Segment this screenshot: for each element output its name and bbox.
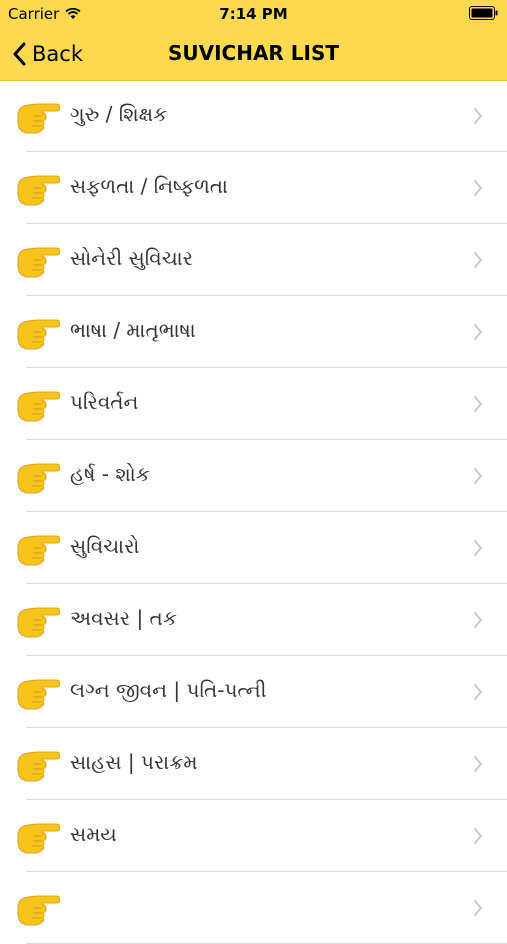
chevron-right-icon [474, 756, 482, 772]
list-item-label: ગુરુ / શિક્ષક [70, 102, 168, 126]
list-item[interactable]: સમય [0, 800, 507, 872]
list-item[interactable]: સોનેરી સુવિચાર [0, 224, 507, 296]
list-item-label: સોનેરી સુવિચાર [70, 246, 193, 270]
pointing-hand-icon [17, 823, 60, 854]
list-item-label: સુવિચારો [70, 534, 140, 558]
chevron-right-icon [474, 396, 482, 412]
pointing-hand-icon [17, 607, 60, 638]
status-time: 7:14 PM [219, 5, 288, 23]
chevron-right-icon [474, 252, 482, 268]
pointing-hand-icon [17, 319, 60, 350]
chevron-right-icon [474, 684, 482, 700]
list-item[interactable]: સુવિચારો [0, 512, 507, 584]
list-item[interactable]: હર્ષ - શોક [0, 440, 507, 512]
pointing-hand-icon [17, 751, 60, 782]
list-item[interactable]: ગુરુ / શિક્ષક [0, 80, 507, 152]
battery-icon [469, 6, 499, 24]
list-item-label: સાહસ | પરાક્રમ [70, 750, 198, 774]
list-item[interactable]: અવસર | તક [0, 584, 507, 656]
list-item-label: સફળતા / નિષ્ફળતા [70, 174, 228, 198]
list-item[interactable]: સફળતા / નિષ્ફળતા [0, 152, 507, 224]
list-item-label: પરિવર્તન [70, 390, 139, 414]
list-item-label: લગ્ન જીવન | પતિ-પત્ની [70, 678, 267, 702]
chevron-right-icon [474, 324, 482, 340]
list-item[interactable] [0, 872, 507, 944]
pointing-hand-icon [17, 895, 60, 926]
pointing-hand-icon [17, 175, 60, 206]
status-bar: Carrier 7:14 PM [0, 0, 507, 28]
header-bar: Carrier 7:14 PM Back SUVICHAR LIST [0, 0, 507, 81]
chevron-right-icon [474, 828, 482, 844]
list-item-label: સમય [70, 822, 117, 846]
chevron-right-icon [474, 540, 482, 556]
list-item[interactable]: પરિવર્તન [0, 368, 507, 440]
chevron-right-icon [474, 900, 482, 916]
pointing-hand-icon [17, 535, 60, 566]
chevron-right-icon [474, 612, 482, 628]
chevron-right-icon [474, 180, 482, 196]
list-item-label: અવસર | તક [70, 606, 177, 630]
pointing-hand-icon [17, 103, 60, 134]
pointing-hand-icon [17, 679, 60, 710]
pointing-hand-icon [17, 247, 60, 278]
chevron-right-icon [474, 108, 482, 124]
list-item[interactable]: ભાષા / માતૃભાષા [0, 296, 507, 368]
list-item-label: ભાષા / માતૃભાષા [70, 318, 196, 342]
list-item[interactable]: લગ્ન જીવન | પતિ-પત્ની [0, 656, 507, 728]
navigation-bar: Back SUVICHAR LIST [0, 28, 507, 80]
pointing-hand-icon [17, 391, 60, 422]
list-item-label: હર્ષ - શોક [70, 462, 150, 486]
pointing-hand-icon [17, 463, 60, 494]
chevron-right-icon [474, 468, 482, 484]
list-item[interactable]: સાહસ | પરાક્રમ [0, 728, 507, 800]
page-title: SUVICHAR LIST [167, 41, 340, 65]
suvichar-list: ગુરુ / શિક્ષક સફળતા / નિષ્ફળતા સોનેરી સુ… [0, 80, 507, 944]
